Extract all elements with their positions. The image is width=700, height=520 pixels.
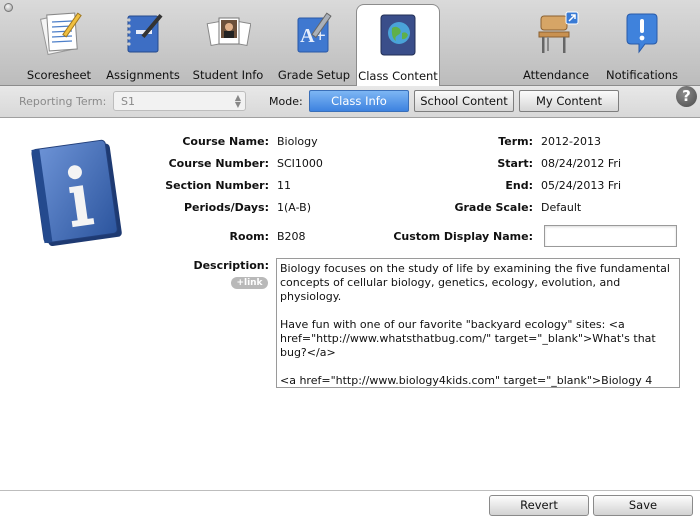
custom-display-name-input[interactable]	[544, 225, 677, 247]
term-label: Term:	[498, 135, 533, 148]
periods-days-value: 1(A-B)	[277, 201, 311, 214]
section-number-value: 11	[277, 179, 291, 192]
section-number-label: Section Number:	[165, 179, 269, 192]
revert-button[interactable]: Revert	[489, 495, 589, 516]
grade-scale-value: Default	[541, 201, 582, 214]
room-value: B208	[277, 230, 306, 243]
toolbar-label: Attendance	[522, 68, 590, 82]
scoresheet-icon	[39, 12, 82, 56]
room-label: Room:	[229, 230, 269, 243]
description-label: Description:	[193, 259, 269, 272]
toolbar-class-content[interactable]: Class Content	[356, 4, 440, 86]
mode-my-content-button[interactable]: My Content	[519, 90, 619, 112]
periods-days-label: Periods/Days:	[183, 201, 269, 214]
school-desk-icon	[538, 11, 579, 53]
description-paragraph: Have fun with one of our favorite "backy…	[280, 318, 660, 359]
toolbar-student-info[interactable]: Student Info	[192, 4, 264, 86]
toolbar-notifications[interactable]: Notifications	[602, 4, 682, 86]
toolbar-label: Grade Setup	[277, 68, 351, 82]
link-badge-label: link	[243, 278, 263, 288]
toolbar-label: Scoresheet	[26, 68, 92, 82]
custom-display-name-label: Custom Display Name:	[393, 230, 533, 243]
toolbar-scoresheet[interactable]: Scoresheet	[24, 4, 94, 86]
mode-bar: Reporting Term: S1 ▲ ▼ Mode: Class Info S…	[0, 86, 700, 118]
grade-setup-tools-icon: A+	[297, 12, 332, 53]
toolbar-label: Assignments	[106, 68, 180, 82]
help-icon[interactable]: ?	[676, 86, 697, 107]
globe-book-icon	[380, 14, 416, 56]
mode-label: Mode:	[269, 95, 303, 108]
description-textarea[interactable]: Biology focuses on the study of life by …	[276, 258, 680, 388]
toolbar-label: Notifications	[606, 68, 678, 82]
main-toolbar: Scoresheet Assignments Student Info A+ G…	[0, 0, 700, 86]
toolbar-grade-setup[interactable]: A+ Grade Setup	[276, 4, 352, 86]
notification-speech-icon	[626, 13, 658, 54]
plus-icon: +	[236, 278, 244, 288]
mode-school-content-button[interactable]: School Content	[414, 90, 514, 112]
bottom-bar: Revert Save	[0, 490, 700, 520]
start-label: Start:	[497, 157, 533, 170]
student-photos-icon	[206, 17, 251, 46]
start-value: 08/24/2012 Fri	[541, 157, 622, 170]
toolbar-label: Class Content	[358, 69, 438, 83]
reporting-term-value: S1	[121, 95, 135, 108]
grade-scale-label: Grade Scale:	[454, 201, 533, 214]
add-link-button[interactable]: +link	[231, 277, 268, 289]
end-value: 05/24/2013 Fri	[541, 179, 622, 192]
course-name-label: Course Name:	[182, 135, 269, 148]
toolbar-label: Student Info	[192, 68, 264, 82]
mode-class-info-button[interactable]: Class Info	[309, 90, 409, 112]
assignments-notebook-icon	[127, 13, 163, 53]
reporting-term-select[interactable]: S1 ▲ ▼	[113, 91, 246, 111]
end-label: End:	[505, 179, 533, 192]
class-info-book-icon	[31, 139, 122, 247]
term-value: 2012-2013	[541, 135, 601, 148]
description-paragraph: <a href="http://www.biology4kids.com" ta…	[280, 374, 653, 387]
reporting-term-label: Reporting Term:	[19, 95, 107, 108]
description-paragraph: Biology focuses on the study of life by …	[280, 262, 674, 303]
course-number-label: Course Number:	[168, 157, 269, 170]
course-number-value: SCI1000	[277, 157, 323, 170]
window-zoom-button[interactable]	[4, 3, 13, 12]
toolbar-attendance[interactable]: Attendance	[520, 4, 592, 86]
save-button[interactable]: Save	[593, 495, 693, 516]
select-arrows-icon: ▲ ▼	[234, 93, 241, 109]
toolbar-assignments[interactable]: Assignments	[102, 4, 184, 86]
course-name-value: Biology	[277, 135, 318, 148]
